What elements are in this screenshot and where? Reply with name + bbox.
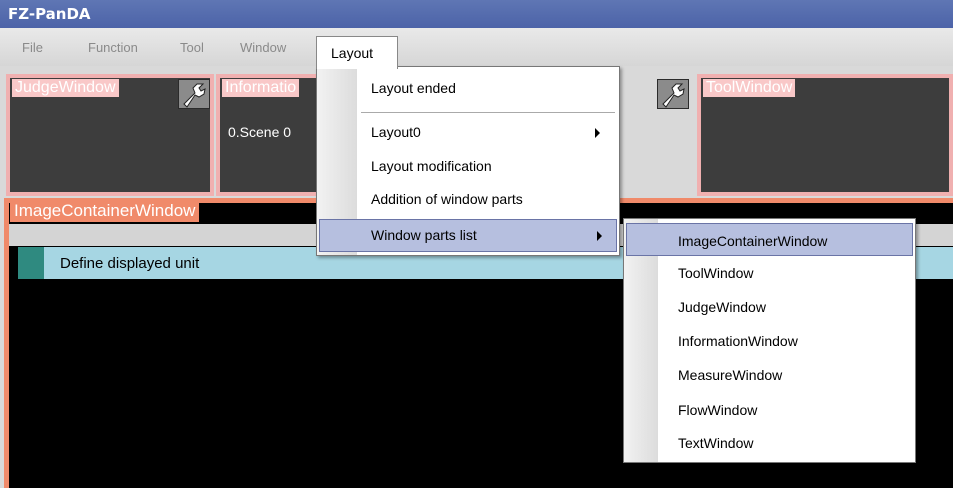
submenu-item-toolwindow[interactable]: ToolWindow xyxy=(678,265,753,281)
tool-window-panel[interactable]: ToolWindow xyxy=(697,74,953,196)
image-container-title: ImageContainerWindow xyxy=(10,200,200,222)
tool-window-title: ToolWindow xyxy=(703,79,796,97)
menu-file[interactable]: File xyxy=(22,40,43,55)
menu-bar: File Function Tool Window xyxy=(0,28,953,67)
menu-tool[interactable]: Tool xyxy=(180,40,204,55)
wrench-icon[interactable] xyxy=(178,79,210,109)
information-window-title: Informatio xyxy=(222,79,300,97)
displayed-unit-label: Define displayed unit xyxy=(60,255,200,272)
menu-item-window-parts-list-label: Window parts list xyxy=(371,227,477,243)
menu-item-layout0[interactable]: Layout0 xyxy=(371,124,421,140)
menu-function[interactable]: Function xyxy=(88,40,138,55)
submenu-item-measurewindow[interactable]: MeasureWindow xyxy=(678,367,782,383)
judge-window-title: JudgeWindow xyxy=(12,79,119,97)
menu-separator xyxy=(361,112,615,113)
menu-layout[interactable]: Layout xyxy=(316,36,398,69)
submenu-item-flowwindow[interactable]: FlowWindow xyxy=(678,402,757,418)
submenu-arrow-icon xyxy=(597,231,602,241)
submenu-arrow-icon xyxy=(595,128,600,138)
submenu-item-judgewindow[interactable]: JudgeWindow xyxy=(678,299,766,315)
menu-item-layout-ended[interactable]: Layout ended xyxy=(371,80,456,96)
submenu-item-informationwindow[interactable]: InformationWindow xyxy=(678,333,798,349)
submenu-item-imagecontainerwindow[interactable]: ImageContainerWindow xyxy=(678,233,827,249)
window-title: FZ-PanDA xyxy=(8,5,91,23)
information-window-panel[interactable]: Informatio 0.Scene 0 xyxy=(216,74,326,196)
window-parts-submenu: ImageContainerWindow ToolWindow JudgeWin… xyxy=(623,218,916,463)
menu-item-addition-window-parts[interactable]: Addition of window parts xyxy=(371,191,523,207)
layout-dropdown-menu: Layout ended Layout0 Layout modification… xyxy=(316,66,620,256)
menu-item-layout-modification[interactable]: Layout modification xyxy=(371,158,492,174)
unit-color-square xyxy=(18,247,44,279)
wrench-icon[interactable] xyxy=(657,79,689,109)
submenu-item-textwindow[interactable]: TextWindow xyxy=(678,435,753,451)
menu-layout-label: Layout xyxy=(331,45,374,61)
menu-window[interactable]: Window xyxy=(240,40,286,55)
scene-label: 0.Scene 0 xyxy=(228,124,292,140)
title-bar: FZ-PanDA xyxy=(0,0,953,28)
